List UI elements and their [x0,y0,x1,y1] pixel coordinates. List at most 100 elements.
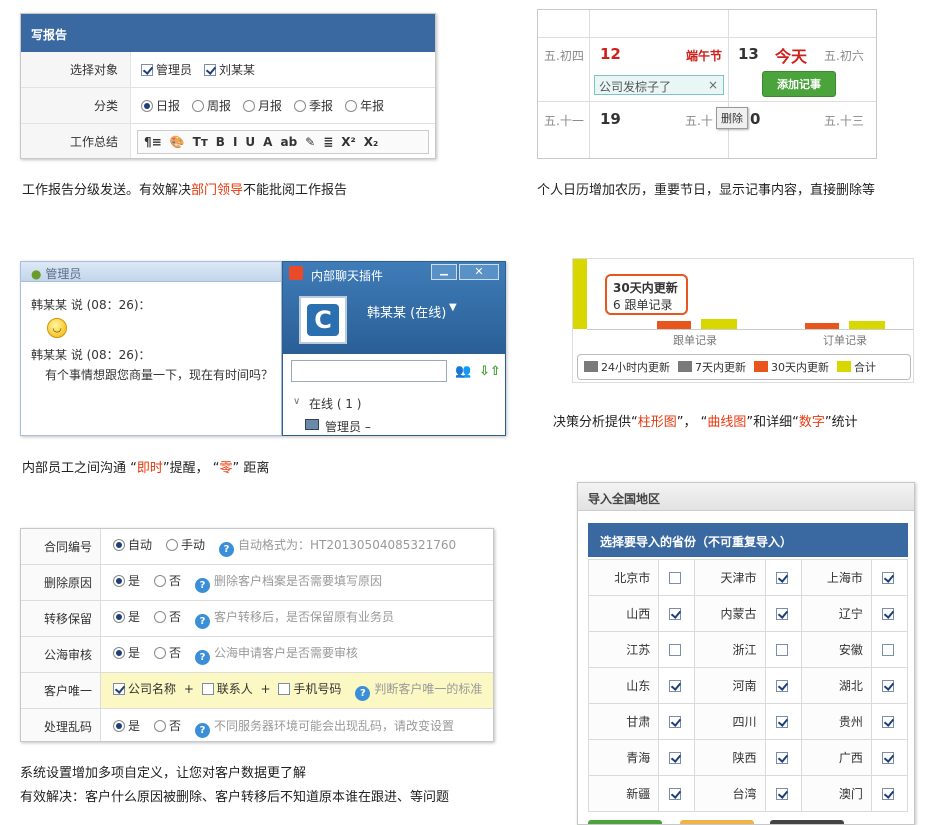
minimize-button[interactable]: ▁ [431,264,457,280]
setting-radio-option[interactable]: 自动 [113,538,152,552]
province-checkbox[interactable] [881,787,894,800]
chart-bar [805,323,839,329]
province-checkbox[interactable] [775,607,788,620]
setting-radio-option[interactable]: 否 [154,610,181,624]
target-checkbox[interactable] [141,64,153,76]
province-checkbox[interactable] [775,679,788,692]
category-radio[interactable] [294,100,307,112]
target-checkbox[interactable] [204,64,217,76]
chevron-down-icon[interactable]: ▼ [449,302,457,313]
province-checkbox[interactable] [775,787,788,800]
toolbar-button[interactable]: A [263,135,272,149]
setting-radio[interactable] [113,719,125,732]
setting-check-option[interactable]: 联系人 [201,682,253,696]
toolbar-button[interactable]: X² [341,135,356,149]
province-checkbox[interactable] [775,571,788,584]
province-checkbox[interactable] [881,643,894,656]
contact-item[interactable]: 管理员 – [325,418,371,435]
province-checkbox[interactable] [775,751,788,764]
toolbar-button[interactable]: ¶≡ [144,135,162,149]
setting-radio[interactable] [154,719,167,732]
setting-radio[interactable] [166,539,179,551]
province-checkbox[interactable] [881,571,894,584]
confirm-button[interactable] [588,820,662,824]
province-checkbox[interactable] [669,643,682,656]
sort-icon[interactable]: ⇩⇧ [479,364,501,379]
setting-radio-option[interactable]: 是 [113,610,140,624]
setting-radio[interactable] [113,611,125,623]
province-checkbox[interactable] [775,643,788,656]
province-checkbox[interactable] [669,715,682,728]
user-status[interactable]: 韩某某 (在线) [367,302,446,321]
setting-check-option[interactable]: 公司名称 [113,682,176,696]
setting-radio[interactable] [154,611,167,623]
category-radio[interactable] [192,100,205,112]
province-checkbox[interactable] [669,607,682,620]
province-checkbox[interactable] [881,607,894,620]
setting-radio[interactable] [113,575,125,587]
province-checkbox[interactable] [881,715,894,728]
toolbar-button[interactable]: I [233,135,237,149]
category-option[interactable]: 月报 [243,99,282,113]
toolbar-button[interactable]: B [216,135,225,149]
setting-radio-option[interactable]: 是 [113,646,140,660]
setting-checkbox[interactable] [201,683,214,695]
setting-radio[interactable] [154,575,167,587]
toolbar-button[interactable]: ab [280,135,297,149]
user-avatar[interactable]: C [299,296,347,344]
toolbar-button[interactable]: U [245,135,255,149]
target-option[interactable]: 管理员 [141,63,192,77]
category-radio[interactable] [243,100,256,112]
toolbar-button[interactable]: X₂ [364,135,379,149]
toolbar-button[interactable]: 🎨 [170,135,185,149]
setting-radio-option[interactable]: 否 [154,646,181,660]
select-all-button[interactable] [680,820,754,824]
setting-checkbox[interactable] [278,683,291,695]
category-option[interactable]: 季报 [294,99,333,113]
province-checkbox[interactable] [881,679,894,692]
toolbar-button[interactable]: ✎ [305,135,315,149]
setting-radio-option[interactable]: 是 [113,719,140,733]
cancel-button[interactable] [770,820,844,824]
day-number[interactable]: 19 [600,110,621,128]
setting-radio[interactable] [113,647,125,659]
day-number[interactable]: 12 [600,45,621,63]
province-checkbox[interactable] [669,679,682,692]
toolbar-button[interactable]: Tт [193,135,208,149]
category-option[interactable]: 周报 [192,99,231,113]
province-checkbox[interactable] [881,751,894,764]
province-checkbox[interactable] [669,751,682,764]
setting-checkbox[interactable] [113,683,125,695]
province-cell [658,595,696,632]
category-option[interactable]: 年报 [345,99,384,113]
setting-radio-option[interactable]: 否 [154,719,181,733]
setting-radio-option[interactable]: 手动 [166,538,205,552]
setting-row: 转移保留是否? 客户转移后，是否保留原有业务员 [21,601,493,637]
search-input[interactable] [291,360,447,382]
expand-icon[interactable]: ∨ [293,396,300,407]
category-radio[interactable] [141,100,153,112]
setting-check-option[interactable]: 手机号码 [278,682,341,696]
setting-radio-option[interactable]: 是 [113,574,140,588]
event-item[interactable]: 公司发棕子了 × [594,75,724,95]
tooltip-value: 6 跟单记录 [613,298,673,312]
toolbar-button[interactable]: ≣ [323,135,333,149]
province-checkbox[interactable] [669,787,682,800]
add-contact-icon[interactable]: 👥 [455,364,471,379]
day-number[interactable]: 0 [750,110,760,128]
setting-radio-option[interactable]: 否 [154,574,181,588]
add-event-button[interactable]: 添加记事 [762,71,836,97]
setting-radio[interactable] [113,539,125,551]
setting-radio[interactable] [154,647,167,659]
close-icon[interactable]: × [708,78,718,92]
province-name: 内蒙古 [694,595,766,632]
day-number[interactable]: 13 [738,45,759,63]
category-option[interactable]: 日报 [141,99,180,113]
province-checkbox[interactable] [775,715,788,728]
target-option[interactable]: 刘某某 [204,63,255,77]
category-radio[interactable] [345,100,358,112]
close-button[interactable]: ✕ [459,264,499,280]
delete-tooltip[interactable]: 删除 [716,107,748,129]
online-group[interactable]: 在线 ( 1 ) [309,395,361,412]
province-checkbox[interactable] [669,571,682,584]
